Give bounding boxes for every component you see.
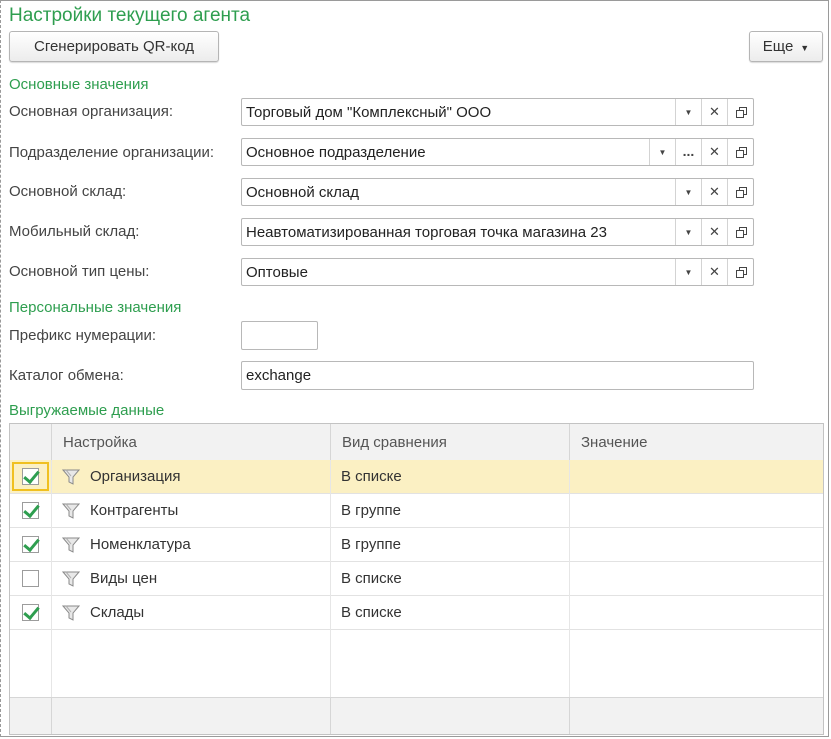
organization-label: Основная организация:: [9, 103, 173, 120]
table-row[interactable]: Организация В списке: [10, 460, 823, 494]
open-icon[interactable]: [727, 139, 753, 165]
row-comparison[interactable]: В списке: [341, 596, 569, 629]
filter-icon: [62, 537, 80, 553]
exported-data-table[interactable]: Настройка Вид сравнения Значение Организ…: [9, 423, 824, 735]
mobile-warehouse-label: Мобильный склад:: [9, 223, 140, 240]
row-value[interactable]: [580, 460, 823, 493]
clear-icon[interactable]: ✕: [701, 179, 727, 205]
clear-icon[interactable]: ✕: [701, 139, 727, 165]
row-comparison[interactable]: В группе: [341, 528, 569, 561]
subdivision-field[interactable]: Основное подразделение ▼ ... ✕: [241, 138, 754, 166]
row-value[interactable]: [580, 528, 823, 561]
exchange-catalog-input[interactable]: exchange: [241, 361, 754, 390]
chevron-down-icon: ▼: [800, 42, 810, 53]
filter-icon: [62, 503, 80, 519]
row-checkbox[interactable]: [22, 570, 39, 587]
price-type-label: Основной тип цены:: [9, 263, 150, 280]
column-header-value[interactable]: Значение: [569, 424, 823, 460]
column-divider: [51, 460, 52, 698]
mobile-warehouse-field[interactable]: Неавтоматизированная торговая точка мага…: [241, 218, 754, 246]
dropdown-icon[interactable]: ▼: [675, 259, 701, 285]
row-checkbox[interactable]: [22, 536, 39, 553]
select-ellipsis-icon[interactable]: ...: [675, 139, 701, 165]
price-type-value[interactable]: Оптовые: [242, 259, 675, 285]
prefix-input[interactable]: [241, 321, 318, 350]
row-setting-name: Контрагенты: [90, 502, 179, 519]
column-header-comparison[interactable]: Вид сравнения: [330, 424, 569, 460]
column-header-setting[interactable]: Настройка: [51, 424, 331, 460]
clear-icon[interactable]: ✕: [701, 259, 727, 285]
row-setting-name: Номенклатура: [90, 536, 191, 553]
row-checkbox[interactable]: [22, 502, 39, 519]
clear-icon[interactable]: ✕: [701, 99, 727, 125]
price-type-field[interactable]: Оптовые ▼ ✕: [241, 258, 754, 286]
warehouse-field[interactable]: Основной склад ▼ ✕: [241, 178, 754, 206]
dropdown-icon[interactable]: ▼: [675, 179, 701, 205]
subdivision-value[interactable]: Основное подразделение: [242, 139, 649, 165]
organization-field[interactable]: Торговый дом "Комплексный" ООО ▼ ✕: [241, 98, 754, 126]
table-footer: [10, 697, 823, 734]
filter-icon: [62, 571, 80, 587]
open-icon[interactable]: [727, 99, 753, 125]
table-row[interactable]: Номенклатура В группе: [10, 528, 823, 562]
row-comparison[interactable]: В списке: [341, 562, 569, 595]
table-row[interactable]: Контрагенты В группе: [10, 494, 823, 528]
row-checkbox-focus: [12, 462, 49, 491]
dropdown-icon[interactable]: ▼: [675, 219, 701, 245]
clear-icon[interactable]: ✕: [701, 219, 727, 245]
dropdown-icon[interactable]: ▼: [675, 99, 701, 125]
more-button-label: Еще: [762, 38, 794, 55]
mobile-warehouse-value[interactable]: Неавтоматизированная торговая точка мага…: [242, 219, 675, 245]
row-comparison[interactable]: В группе: [341, 494, 569, 527]
table-row[interactable]: Виды цен В списке: [10, 562, 823, 596]
more-button[interactable]: Еще ▼: [749, 31, 823, 62]
row-setting-name: Организация: [90, 468, 181, 485]
form-title: Настройки текущего агента: [9, 5, 251, 26]
section-main-values: Основные значения: [9, 76, 149, 93]
row-value[interactable]: [580, 596, 823, 629]
filter-icon: [62, 469, 80, 485]
section-exported-data: Выгружаемые данные: [9, 402, 165, 419]
row-comparison[interactable]: В списке: [341, 460, 569, 493]
subdivision-label: Подразделение организации:: [9, 144, 215, 161]
generate-qr-button[interactable]: Сгенерировать QR-код: [9, 31, 219, 62]
warehouse-label: Основной склад:: [9, 183, 127, 200]
row-setting-name: Виды цен: [90, 570, 158, 587]
generate-qr-button-label: Сгенерировать QR-код: [33, 38, 194, 55]
open-icon[interactable]: [727, 259, 753, 285]
open-icon[interactable]: [727, 219, 753, 245]
row-value[interactable]: [580, 562, 823, 595]
row-checkbox[interactable]: [22, 468, 39, 485]
table-header: Настройка Вид сравнения Значение: [10, 424, 823, 461]
open-icon[interactable]: [727, 179, 753, 205]
row-value[interactable]: [580, 494, 823, 527]
exchange-catalog-label: Каталог обмена:: [9, 367, 124, 384]
row-checkbox[interactable]: [22, 604, 39, 621]
table-row[interactable]: Склады В списке: [10, 596, 823, 630]
organization-value[interactable]: Торговый дом "Комплексный" ООО: [242, 99, 675, 125]
prefix-label: Префикс нумерации:: [9, 327, 157, 344]
row-setting-name: Склады: [90, 604, 145, 621]
column-divider: [330, 460, 331, 698]
warehouse-value[interactable]: Основной склад: [242, 179, 675, 205]
column-divider: [569, 460, 570, 698]
filter-icon: [62, 605, 80, 621]
dropdown-icon[interactable]: ▼: [649, 139, 675, 165]
section-personal-values: Персональные значения: [9, 299, 182, 316]
